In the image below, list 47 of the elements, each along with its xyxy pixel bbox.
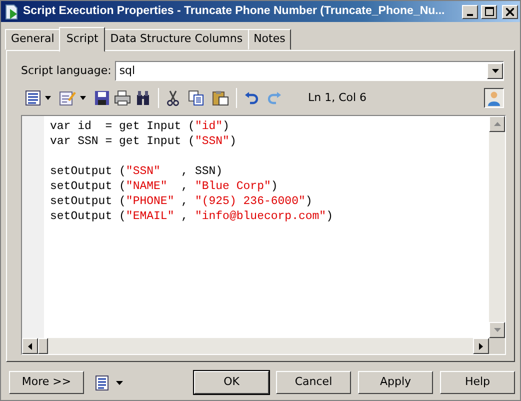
edit-icon[interactable] xyxy=(59,90,76,106)
copy-icon[interactable] xyxy=(188,90,204,106)
cut-icon[interactable] xyxy=(166,90,180,106)
help-button[interactable]: Help xyxy=(440,371,515,394)
undo-icon[interactable] xyxy=(244,91,258,105)
window-title: Script Execution Properties - Truncate Phone Number (Truncate_Phone_Nu... xyxy=(23,4,446,19)
scroll-right-icon[interactable] xyxy=(479,342,483,350)
code-line: var id = get Input ("id") xyxy=(50,119,230,134)
code-area[interactable]: var id = get Input ("id") var SSN = get Input ("SSN") setOutput ("SSN" , SSN) setOutput ("NAME" , "Blue Corp") setOutput ("PHONE" , "(925) 236-6000") setOutput ("EMAIL" , "info@bluecorp.com") xyxy=(44,116,489,338)
close-button[interactable] xyxy=(502,4,518,18)
person-icon xyxy=(487,90,501,106)
horizontal-scrollbar[interactable] xyxy=(22,338,489,354)
script-language-dropdown[interactable]: sql xyxy=(115,61,504,81)
cancel-button[interactable]: Cancel xyxy=(276,371,351,394)
script-editor[interactable]: var id = get Input ("id") var SSN = get Input ("SSN") setOutput ("SSN" , SSN) setOutput ("NAME" , "Blue Corp") setOutput ("PHONE" , "(925) 236-6000") setOutput ("EMAIL" , "info@bluecorp.com") xyxy=(21,115,506,355)
more-button[interactable]: More >> xyxy=(9,371,84,394)
field-label: Script language: xyxy=(21,62,112,79)
maximize-button[interactable] xyxy=(481,4,497,18)
code-line: setOutput ("SSN" , SSN) xyxy=(50,164,224,179)
paste-icon[interactable] xyxy=(212,90,229,106)
scroll-left-icon[interactable] xyxy=(28,342,32,350)
code-line: setOutput ("EMAIL" , "info@bluecorp.com") xyxy=(50,209,334,224)
minimize-button[interactable] xyxy=(462,4,478,18)
code-line: setOutput ("PHONE" , "(925) 236-6000") xyxy=(50,194,314,209)
ok-button[interactable]: OK xyxy=(194,371,269,394)
scroll-thumb[interactable] xyxy=(38,338,48,354)
minimize-icon xyxy=(467,14,473,16)
tab[interactable]: Script xyxy=(59,26,106,52)
code-line: setOutput ("NAME" , "Blue Corp") xyxy=(50,179,279,194)
save-icon[interactable] xyxy=(94,90,110,106)
caret-icon[interactable] xyxy=(45,96,51,100)
binoculars-icon[interactable] xyxy=(135,90,151,106)
list-icon[interactable] xyxy=(25,90,41,106)
caret-icon[interactable] xyxy=(80,96,86,100)
code-line: var SSN = get Input ("SSN") xyxy=(50,134,238,149)
script-document-icon xyxy=(4,4,20,20)
user-toggle-button[interactable] xyxy=(484,88,504,108)
tab[interactable]: Notes xyxy=(248,28,292,50)
apply-button[interactable]: Apply xyxy=(358,371,433,394)
maximize-icon xyxy=(484,7,494,16)
tab[interactable]: General xyxy=(5,28,60,50)
caret-icon[interactable] xyxy=(492,69,498,73)
print-icon[interactable] xyxy=(114,90,131,106)
list-icon[interactable] xyxy=(95,374,109,390)
cursor-position: Ln 1, Col 6 xyxy=(308,90,367,106)
close-icon xyxy=(506,8,514,16)
caret-icon[interactable] xyxy=(116,380,123,384)
